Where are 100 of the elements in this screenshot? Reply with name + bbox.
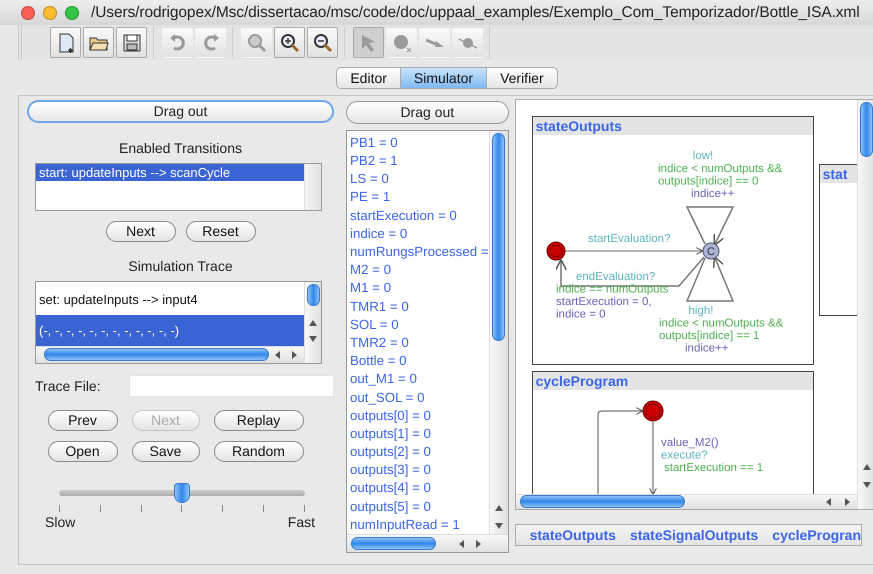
- variable-value: PB2 = 1: [350, 152, 399, 170]
- scroll-right-icon[interactable]: [290, 350, 298, 359]
- initial-location: [546, 241, 566, 260]
- scrollbar-thumb[interactable]: [860, 102, 873, 157]
- toolbar-button[interactable]: [50, 27, 81, 58]
- scrollbar[interactable]: [304, 164, 321, 210]
- scrollbar[interactable]: [347, 534, 508, 552]
- zoom-in-icon: [278, 32, 300, 54]
- scrollbar-thumb[interactable]: [306, 284, 320, 306]
- save-icon: [120, 32, 142, 54]
- sync-label: high!: [688, 304, 714, 317]
- loop-edge: [685, 256, 734, 302]
- variable-value: outputs[5] = 0: [350, 498, 432, 516]
- section-title: Enabled Transitions: [118, 140, 243, 156]
- process-tab[interactable]: stateSignalOutputs: [630, 526, 758, 543]
- variable-value: startExecution = 0: [350, 206, 458, 225]
- scrollbar-thumb[interactable]: [351, 537, 436, 550]
- zoom-out-icon: [312, 32, 334, 54]
- scroll-right-icon[interactable]: [843, 498, 852, 506]
- process-tab[interactable]: cycleProgran: [772, 526, 862, 543]
- variable-value: outputs[4] = 0: [350, 479, 432, 498]
- variable-value: M1 = 0: [350, 279, 392, 298]
- sync-label: startEvaluation?: [588, 232, 670, 245]
- slider-thumb[interactable]: [174, 482, 190, 503]
- tab[interactable]: Simulator: [400, 66, 488, 89]
- scrollbar[interactable]: [36, 346, 304, 363]
- variable-value: TMR1 = 0: [350, 298, 410, 316]
- guard-label: outputs[indice] == 1: [658, 330, 759, 342]
- scrollbar[interactable]: [516, 494, 858, 509]
- trace-button[interactable]: Open: [48, 440, 118, 462]
- scroll-left-icon[interactable]: [274, 350, 282, 359]
- scroll-left-icon[interactable]: [458, 540, 466, 548]
- scrollbar-thumb[interactable]: [520, 495, 685, 508]
- scrollbar[interactable]: [857, 100, 873, 509]
- variable-value: out_M1 = 0: [350, 370, 418, 388]
- variable-value: SOL = 0: [350, 316, 400, 334]
- loop-edge: [685, 206, 734, 246]
- drag-out-button[interactable]: Drag out: [27, 100, 334, 123]
- scrollbar[interactable]: [488, 130, 508, 534]
- scroll-down-icon[interactable]: [494, 522, 503, 530]
- slider-min-label: Slow: [45, 514, 76, 530]
- toolbar-button[interactable]: [116, 27, 147, 58]
- process-title: cycleProgram: [532, 372, 813, 390]
- magnifier-icon: [246, 32, 268, 54]
- toolbar-button[interactable]: [83, 27, 114, 58]
- tab[interactable]: Editor: [336, 66, 401, 89]
- section-title: Simulation Trace: [127, 258, 234, 274]
- location-label: C: [706, 246, 715, 258]
- variable-value: numInputRead = 1: [350, 516, 461, 534]
- guard-label: startExecution == 1: [664, 462, 763, 474]
- scroll-down-icon[interactable]: [309, 334, 317, 343]
- variable-value: outputs[1] = 0: [350, 424, 432, 443]
- zoom-button[interactable]: [65, 6, 79, 20]
- scrollbar-thumb[interactable]: [492, 132, 506, 341]
- transition-button[interactable]: Reset: [186, 220, 256, 242]
- variable-value: LS = 0: [350, 170, 390, 188]
- process-title: stateOutputs: [532, 116, 813, 135]
- scrollbar[interactable]: [304, 282, 321, 363]
- update-label: indice++: [684, 342, 728, 354]
- variable-value: out_SOL = 0: [350, 388, 426, 407]
- variable-value: indice = 0: [350, 224, 408, 243]
- sync-label: execute?: [660, 449, 708, 462]
- speed-slider[interactable]: [59, 482, 305, 504]
- guard-label: indice < numOutputs &&: [658, 162, 782, 175]
- guard-label: outputs[indice] == 0: [658, 175, 758, 188]
- transition-item[interactable]: start: updateInputs --> scanCycle: [36, 164, 304, 181]
- scroll-right-icon[interactable]: [474, 540, 482, 548]
- scroll-down-icon[interactable]: [862, 480, 871, 489]
- trace-button[interactable]: Save: [132, 440, 200, 462]
- variable-value: PE = 1: [350, 188, 392, 206]
- process-title: stat: [820, 164, 858, 183]
- trace-file-field[interactable]: [129, 374, 334, 397]
- scroll-up-icon[interactable]: [862, 462, 871, 471]
- transition-button[interactable]: Next: [106, 220, 176, 242]
- toolbar-button[interactable]: [307, 27, 338, 58]
- variable-value: outputs[0] = 0: [350, 406, 432, 425]
- trace-button[interactable]: Replay: [214, 410, 304, 431]
- scrollbar-thumb[interactable]: [44, 348, 269, 362]
- toolbar-button[interactable]: [274, 27, 305, 58]
- trace-button[interactable]: Prev: [48, 410, 118, 431]
- update-label: indice++: [690, 188, 734, 200]
- update-label: indice = 0: [556, 308, 606, 320]
- window-title: /Users/rodrigopex/Msc/dissertacao/msc/code/doc/uppaal_examples/Exemplo_Com_Temporizador/Bottle_ISA.xml: [91, 4, 860, 22]
- scroll-up-icon[interactable]: [494, 504, 503, 512]
- scroll-up-icon[interactable]: [309, 318, 317, 327]
- committed-location: [702, 242, 720, 260]
- variable-value: outputs[3] = 0: [350, 461, 432, 480]
- variable-value: numRungsProcessed =: [350, 243, 489, 261]
- scroll-left-icon[interactable]: [825, 498, 834, 506]
- trace-item[interactable]: (-, -, -, -, -, -, -, -, -, -, -, -): [36, 314, 304, 346]
- drag-out-button[interactable]: Drag out: [346, 100, 509, 124]
- tab[interactable]: Verifier: [486, 66, 558, 89]
- variable-value: M2 = 0: [350, 261, 392, 280]
- guard-label: indice < numOutputs &&: [658, 317, 783, 330]
- trace-button[interactable]: Random: [214, 440, 304, 462]
- process-tab[interactable]: stateOutputs: [530, 526, 616, 543]
- update-label: value_M2(): [660, 436, 718, 449]
- close-button[interactable]: [21, 6, 35, 20]
- minimize-button[interactable]: [43, 6, 57, 20]
- slider-max-label: Fast: [288, 514, 315, 530]
